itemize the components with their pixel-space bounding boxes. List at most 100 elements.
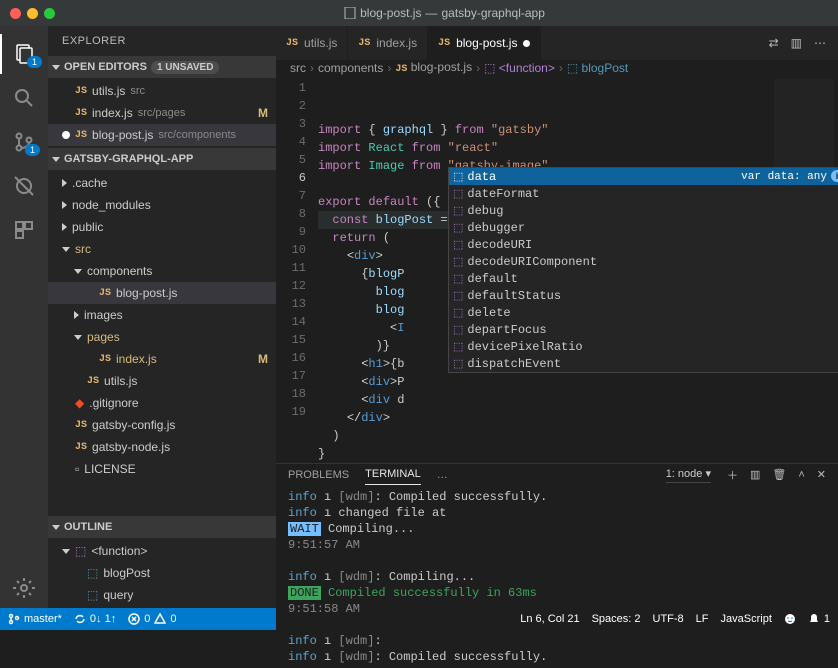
suggest-item[interactable]: ⬚dispatchEvent [449, 355, 838, 372]
panel-tab[interactable]: PROBLEMS [288, 465, 349, 485]
breadcrumb-item[interactable]: ⬚ <function> [484, 61, 555, 75]
project-header[interactable]: GATSBY-GRAPHQL-APP [48, 148, 276, 170]
suggest-item[interactable]: ⬚default [449, 270, 838, 287]
status-feedback-icon[interactable] [784, 613, 796, 625]
more-icon[interactable]: ⋯ [814, 36, 826, 50]
status-sync[interactable]: 0↓ 1↑ [74, 613, 116, 625]
file-item[interactable]: JSgatsby-config.js [48, 414, 276, 436]
breadcrumb-item[interactable]: JS blog-post.js [395, 60, 472, 75]
suggest-item[interactable]: ⬚departFocus [449, 321, 838, 338]
open-editor-item[interactable]: JSindex.jssrc/pagesM [48, 102, 276, 124]
minimap[interactable] [774, 79, 834, 169]
split-editor-icon[interactable]: ▥ [791, 36, 802, 50]
compare-icon[interactable]: ⇄ [769, 36, 779, 50]
maximize-panel-icon[interactable]: ˄ [798, 469, 804, 481]
js-file-icon: JS [75, 108, 87, 119]
settings-gear-icon[interactable] [0, 568, 48, 608]
breadcrumb-item[interactable]: ⬚ blogPost [567, 61, 628, 75]
suggest-item[interactable]: ⬚debug [449, 202, 838, 219]
close-window-icon[interactable] [10, 8, 21, 19]
status-notifications[interactable]: 1 [808, 613, 830, 625]
file-item[interactable]: JSgatsby-node.js [48, 436, 276, 458]
symbol-icon: ⬚ [453, 357, 463, 371]
titlebar: blog-post.js — gatsby-graphql-app [0, 0, 838, 26]
info-icon[interactable]: i [831, 170, 838, 182]
suggest-item[interactable]: ⬚devicePixelRatio [449, 338, 838, 355]
js-file-icon: JS [75, 420, 87, 431]
status-eol[interactable]: LF [696, 613, 709, 625]
folder-item[interactable]: public [48, 216, 276, 238]
folder-item[interactable]: components [48, 260, 276, 282]
status-errors[interactable]: 0 0 [128, 613, 176, 625]
suggest-item[interactable]: ⬚decodeURIComponent [449, 253, 838, 270]
new-terminal-icon[interactable]: ＋ [727, 467, 738, 483]
outline-item[interactable]: ⬚<function> [48, 540, 276, 562]
folder-item[interactable]: images [48, 304, 276, 326]
status-language[interactable]: JavaScript [721, 613, 772, 625]
js-file-icon: JS [286, 38, 298, 49]
outline-item[interactable]: ⬚blogPost [48, 562, 276, 584]
chevron-right-icon: › [310, 61, 314, 75]
js-file-icon: JS [99, 354, 111, 365]
suggest-item[interactable]: ⬚dateFormat [449, 185, 838, 202]
panel-tabs: PROBLEMS TERMINAL … 1: node ▾ ＋ ▥ 🗑 ˄ ✕ [276, 464, 838, 485]
chevron-right-icon: › [559, 61, 563, 75]
folder-item[interactable]: src [48, 238, 276, 260]
suggest-item[interactable]: ⬚datavar data: anyi [449, 168, 838, 185]
open-editor-item[interactable]: JSblog-post.jssrc/components [48, 124, 276, 146]
status-branch[interactable]: master* [8, 613, 62, 625]
trash-icon[interactable]: 🗑 [772, 468, 786, 481]
editor-tab[interactable]: JSblog-post.js [428, 26, 541, 60]
outline-header[interactable]: OUTLINE [48, 516, 276, 538]
folder-item[interactable]: node_modules [48, 194, 276, 216]
outline-item[interactable]: ⬚query [48, 584, 276, 606]
terminal-selector[interactable]: 1: node ▾ [666, 467, 711, 483]
file-item[interactable]: ◆.gitignore [48, 392, 276, 414]
status-encoding[interactable]: UTF-8 [653, 613, 684, 625]
panel-tab[interactable]: TERMINAL [365, 464, 421, 485]
split-terminal-icon[interactable]: ▥ [750, 468, 760, 481]
terminal-output[interactable]: info ı [wdm]: Compiled successfully.info… [276, 485, 838, 668]
code-editor[interactable]: 12345678910111213141516171819 import { g… [276, 75, 838, 463]
suggest-widget[interactable]: ⬚datavar data: anyi⬚dateFormat⬚debug⬚deb… [448, 167, 838, 373]
open-editors-header[interactable]: OPEN EDITORS 1 UNSAVED [48, 56, 276, 78]
breadcrumb-item[interactable]: src [290, 61, 306, 75]
symbol-icon: ⬚ [453, 187, 463, 201]
suggest-item[interactable]: ⬚defaultStatus [449, 287, 838, 304]
suggest-item[interactable]: ⬚debugger [449, 219, 838, 236]
panel-tab[interactable]: … [437, 465, 448, 485]
chevron-icon [74, 269, 82, 274]
breadcrumb[interactable]: src›components›JS blog-post.js›⬚ <functi… [276, 60, 838, 75]
code-content[interactable]: import { graphql } from "gatsby"import R… [318, 75, 838, 463]
source-control-icon[interactable]: 1 [0, 122, 48, 162]
chevron-icon [62, 223, 67, 231]
minimize-window-icon[interactable] [27, 8, 38, 19]
file-item[interactable]: ▫LICENSE [48, 458, 276, 480]
suggest-item[interactable]: ⬚decodeURI [449, 236, 838, 253]
file-item[interactable]: JSblog-post.js [48, 282, 276, 304]
extensions-icon[interactable] [0, 210, 48, 250]
suggest-item[interactable]: ⬚delete [449, 304, 838, 321]
folder-item[interactable]: pages [48, 326, 276, 348]
close-panel-icon[interactable]: ✕ [817, 468, 826, 481]
file-item[interactable]: JSindex.jsM [48, 348, 276, 370]
status-cursor[interactable]: Ln 6, Col 21 [520, 613, 579, 625]
open-editor-item[interactable]: JSutils.jssrc [48, 80, 276, 102]
folder-item[interactable]: .cache [48, 172, 276, 194]
chevron-icon [62, 549, 70, 554]
search-icon[interactable] [0, 78, 48, 118]
editor-tab[interactable]: JSutils.js [276, 26, 348, 60]
window-title: blog-post.js — gatsby-graphql-app [61, 6, 828, 20]
breadcrumb-item[interactable]: components [318, 61, 383, 75]
maximize-window-icon[interactable] [44, 8, 55, 19]
editor-tab[interactable]: JSindex.js [348, 26, 428, 60]
file-item[interactable]: JSutils.js [48, 370, 276, 392]
status-spaces[interactable]: Spaces: 2 [592, 613, 641, 625]
symbol-icon: ⬚ [453, 289, 463, 303]
explorer-icon[interactable]: 1 [0, 34, 48, 74]
js-file-icon: JS [87, 376, 99, 387]
debug-icon[interactable] [0, 166, 48, 206]
symbol-icon: ⬚ [87, 566, 98, 580]
js-file-icon: JS [358, 38, 370, 49]
js-file-icon: JS [438, 38, 450, 49]
